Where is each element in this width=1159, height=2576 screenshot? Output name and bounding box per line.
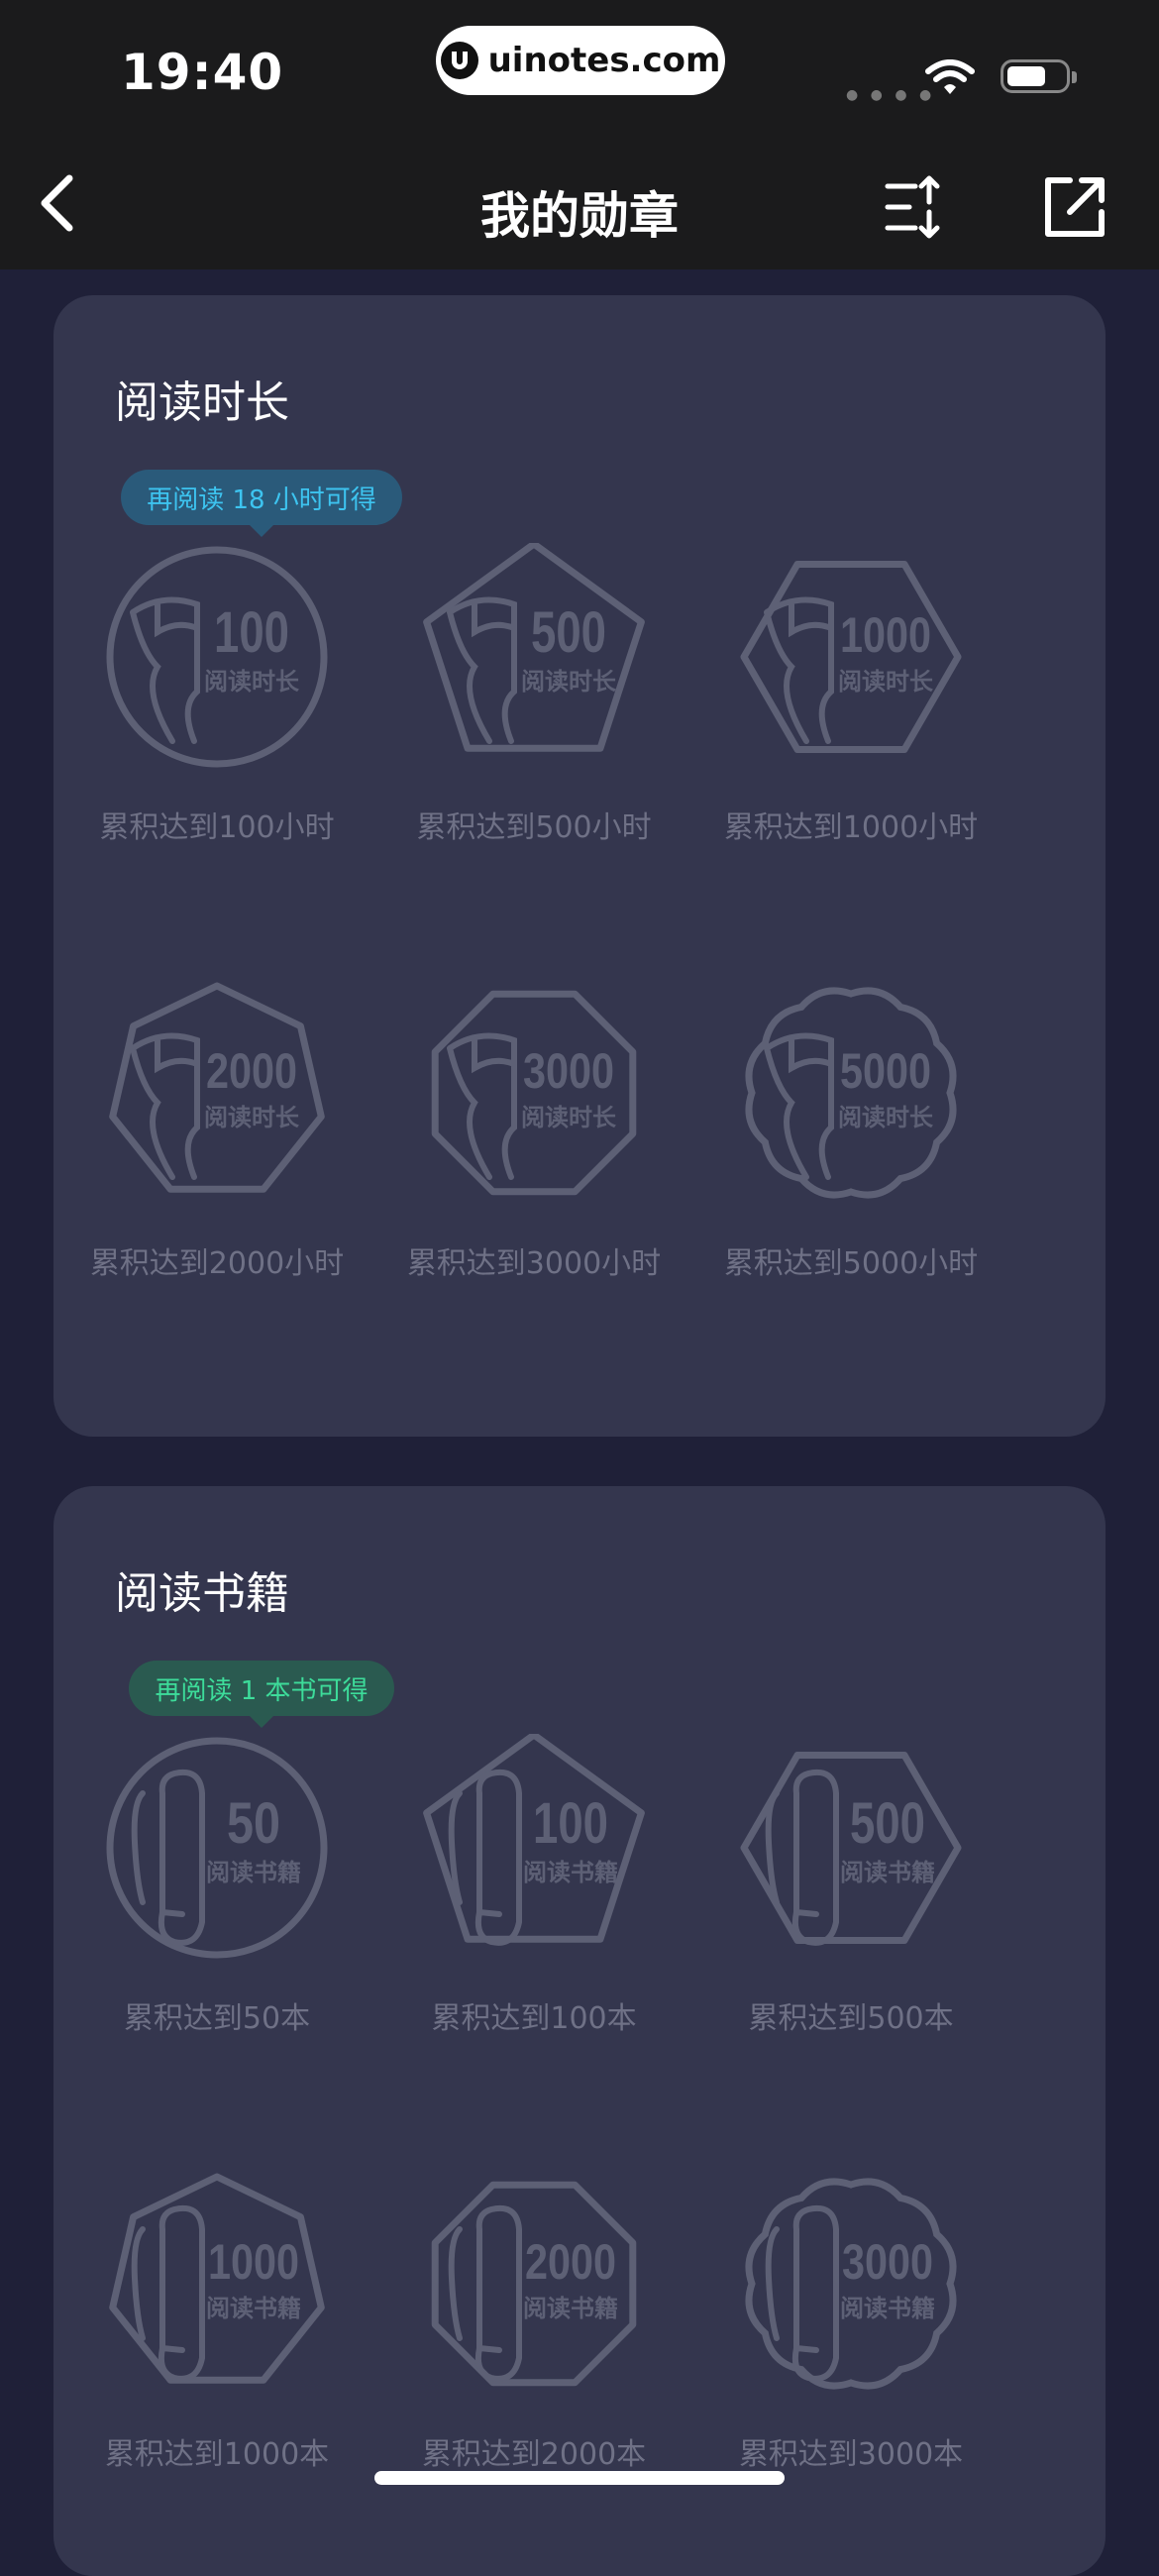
home-indicator — [374, 2471, 785, 2485]
badge-caption: 阅读书籍 — [523, 2295, 618, 2322]
badge-number: 100 — [214, 600, 289, 665]
badge-caption: 阅读时长 — [204, 668, 300, 696]
medal-badge[interactable]: 500 阅读时长累积达到500小时 — [375, 543, 692, 860]
medal-badge[interactable]: 100 阅读书籍累积达到100本 — [375, 1734, 692, 2051]
badge-label: 累积达到1000本 — [104, 2437, 330, 2472]
book-scroll-icon — [765, 1770, 839, 1946]
wifi-icon — [925, 59, 975, 94]
medal-badge[interactable]: 1000 阅读时长累积达到1000小时 — [692, 543, 1009, 860]
reading-time-card: 阅读时长 再阅读 18 小时可得 100 阅读时长 累积达到100小时 500 阅读时长… — [53, 295, 1106, 1437]
battery-icon — [1001, 59, 1077, 93]
badge-label: 累积达到50本 — [123, 2001, 311, 2036]
badge-caption: 阅读书籍 — [206, 2295, 301, 2322]
medal-icon: 100 阅读时长 — [106, 546, 328, 768]
badge-number: 50 — [227, 1791, 280, 1856]
badge-caption: 阅读时长 — [521, 1104, 617, 1131]
medal-icon: 2000 阅读时长 — [109, 982, 325, 1193]
medal-badge[interactable]: 500 阅读书籍累积达到500本 — [692, 1734, 1009, 2051]
page-title: 我的勋章 — [480, 187, 679, 245]
medal-icon: 3000 阅读时长 — [431, 990, 637, 1196]
badge-label: 累积达到500小时 — [416, 810, 652, 845]
medal-badge[interactable]: 50 阅读书籍累积达到50本 — [58, 1734, 375, 2051]
badge-label: 累积达到2000本 — [421, 2437, 647, 2472]
badge-number: 3000 — [523, 1043, 614, 1099]
badge-number: 3000 — [842, 2234, 933, 2290]
system-icons: ● ● ● ● — [842, 55, 1090, 103]
book-scroll-icon — [765, 2205, 839, 2382]
badge-number: 5000 — [840, 1043, 931, 1099]
medal-icon: 1000 阅读书籍 — [109, 2173, 325, 2384]
scroll-icon — [130, 596, 200, 744]
section-title: 阅读时长 — [115, 377, 289, 428]
medal-icon: 50 阅读书籍 — [106, 1737, 328, 1959]
badge-number: 100 — [533, 1791, 608, 1856]
badge-number: 1000 — [840, 607, 931, 663]
reading-books-card: 阅读书籍 再阅读 1 本书可得 50 阅读书籍 累积达到50本 100 阅读书籍 累积达到… — [53, 1486, 1106, 2576]
medal-badge[interactable]: 2000 阅读书籍累积达到2000本 — [375, 2170, 692, 2487]
badge-label: 累积达到3000小时 — [406, 1246, 662, 1281]
badge-caption: 阅读书籍 — [206, 1859, 301, 1886]
badge-caption: 阅读书籍 — [840, 2295, 935, 2322]
badge-number: 500 — [850, 1791, 925, 1856]
section-title: 阅读书籍 — [115, 1568, 289, 1619]
badge-outline — [106, 1737, 328, 1959]
medal-badge[interactable]: 1000 阅读书籍累积达到1000本 — [58, 2170, 375, 2487]
medal-badge[interactable]: 3000 阅读书籍累积达到3000本 — [692, 2170, 1009, 2487]
medal-icon: 500 阅读时长 — [423, 543, 645, 752]
badge-caption: 阅读时长 — [521, 668, 617, 696]
medal-badge[interactable]: 100 阅读时长累积达到100小时 — [58, 543, 375, 860]
badge-caption: 阅读时长 — [838, 668, 934, 696]
badge-label: 累积达到100小时 — [99, 810, 335, 845]
badge-caption: 阅读时长 — [838, 1104, 934, 1131]
medal-badge[interactable]: 5000 阅读时长累积达到5000小时 — [692, 979, 1009, 1296]
medal-icon: 1000 阅读时长 — [740, 561, 962, 753]
badge-caption: 阅读书籍 — [523, 1859, 618, 1886]
watermark-logo-icon — [440, 42, 478, 79]
badge-number: 1000 — [208, 2234, 299, 2290]
sort-icon[interactable] — [882, 172, 951, 242]
badge-number: 2000 — [206, 1043, 297, 1099]
medal-icon: 5000 阅读时长 — [745, 987, 957, 1199]
badge-label: 累积达到500本 — [748, 2001, 954, 2036]
status-bar: 19:40 uinotes.com ● ● ● ● — [0, 0, 1159, 139]
medal-badge[interactable]: 3000 阅读时长累积达到3000小时 — [375, 979, 692, 1296]
progress-tip: 再阅读 18 小时可得 — [121, 470, 402, 537]
nav-bar: 我的勋章 — [0, 139, 1159, 269]
badge-label: 累积达到1000小时 — [723, 810, 979, 845]
status-time: 19:40 — [121, 44, 284, 101]
badge-caption: 阅读时长 — [204, 1104, 300, 1131]
scroll-icon — [764, 1032, 834, 1180]
medal-badge[interactable]: 2000 阅读时长累积达到2000小时 — [58, 979, 375, 1296]
medal-icon: 2000 阅读书籍 — [431, 2181, 637, 2387]
badge-label: 累积达到100本 — [431, 2001, 637, 2036]
book-scroll-icon — [131, 1770, 205, 1946]
badge-label: 累积达到5000小时 — [723, 1246, 979, 1281]
watermark-text: uinotes.com — [487, 41, 721, 80]
medal-icon: 3000 阅读书籍 — [745, 2178, 957, 2390]
medal-icon: 500 阅读书籍 — [740, 1752, 962, 1946]
watermark-pill: uinotes.com — [436, 26, 725, 95]
badge-label: 累积达到2000小时 — [89, 1246, 345, 1281]
badge-number: 2000 — [525, 2234, 616, 2290]
medal-icon: 100 阅读书籍 — [423, 1734, 645, 1946]
badge-caption: 阅读书籍 — [840, 1859, 935, 1886]
badge-label: 累积达到3000本 — [738, 2437, 964, 2472]
badge-number: 500 — [531, 600, 606, 665]
cellular-signal-icon: ● ● ● ● — [846, 87, 936, 103]
share-icon[interactable] — [1040, 172, 1109, 242]
progress-tip: 再阅读 1 本书可得 — [129, 1661, 394, 1728]
